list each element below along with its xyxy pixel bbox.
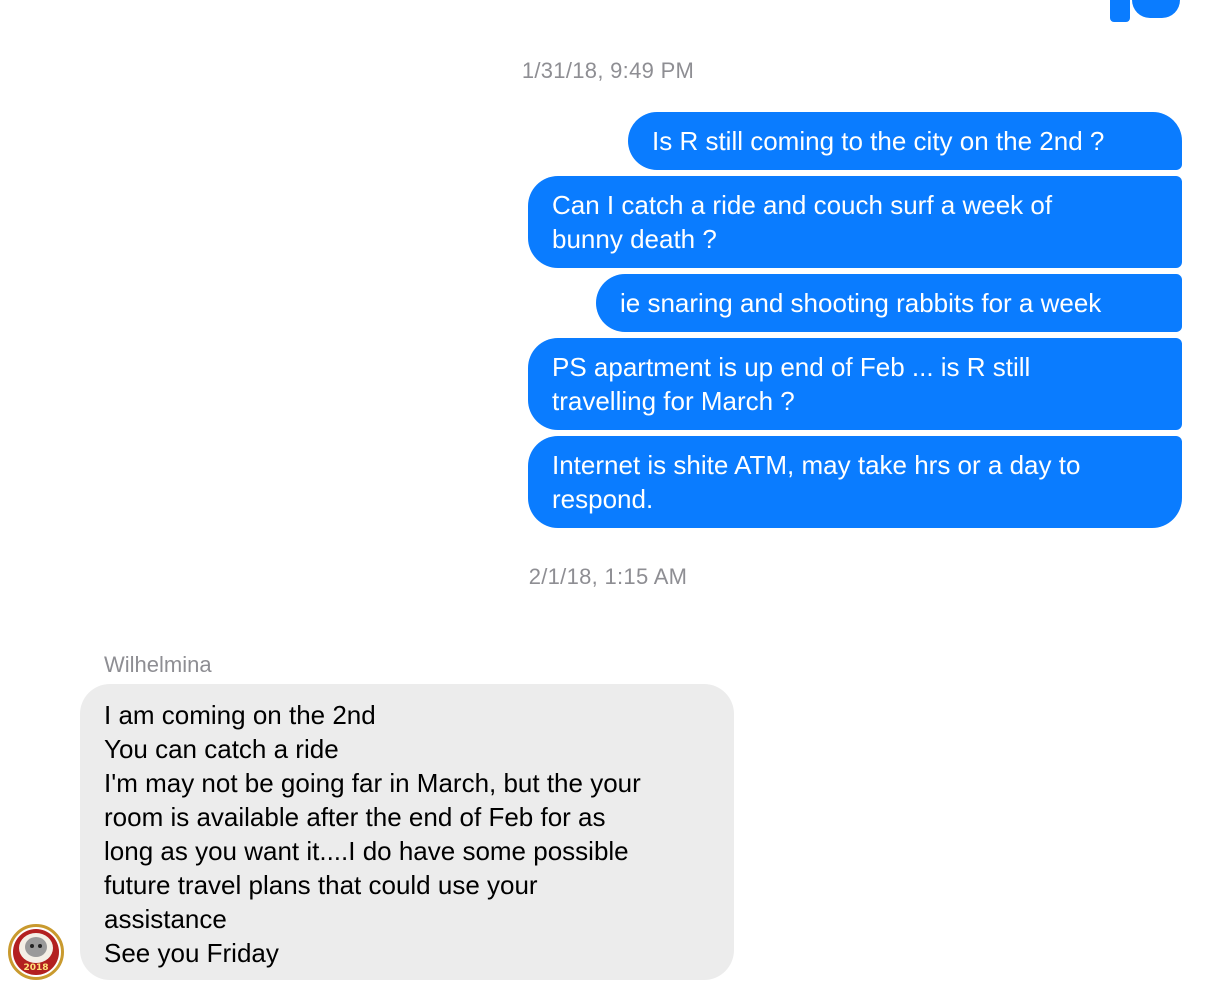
message-text: bunny death ? (552, 224, 717, 254)
timestamp: 2/1/18, 1:15 AM (528, 564, 688, 589)
dog-icon (25, 937, 47, 957)
avatar[interactable]: 2018 (8, 924, 64, 980)
previous-message-fragment (1110, 0, 1130, 22)
outgoing-message[interactable]: PS apartment is up end of Feb ... is R s… (528, 338, 1182, 430)
message-text: respond. (552, 484, 654, 514)
outgoing-message[interactable]: Is R still coming to the city on the 2nd… (628, 112, 1182, 170)
outgoing-message[interactable]: Internet is shite ATM, may take hrs or a… (528, 436, 1182, 528)
avatar-badge-text: 2018 (23, 963, 49, 973)
message-text: long as you want it....I do have some po… (104, 836, 629, 866)
message-text: Internet is shite ATM, may take hrs or a… (552, 450, 1081, 480)
outgoing-message[interactable]: Can I catch a ride and couch surf a week… (528, 176, 1182, 268)
message-text: assistance (104, 904, 227, 934)
outgoing-message[interactable]: ie snaring and shooting rabbits for a we… (596, 274, 1182, 332)
message-thread: 1/31/18, 9:49 PM Is R still coming to th… (0, 0, 1216, 1004)
message-text: travelling for March ? (552, 386, 795, 416)
message-text: ie snaring and shooting rabbits for a we… (620, 288, 1102, 318)
message-text: room is available after the end of Feb f… (104, 802, 606, 832)
message-text: I am coming on the 2nd (104, 700, 376, 730)
previous-message-bubble[interactable] (1110, 0, 1180, 22)
sender-name: Wilhelmina (104, 652, 212, 677)
message-text: Can I catch a ride and couch surf a week… (552, 190, 1053, 220)
message-text: Is R still coming to the city on the 2nd… (652, 126, 1105, 156)
message-text: See you Friday (104, 938, 279, 968)
previous-message-fragment (1132, 0, 1180, 18)
timestamp: 1/31/18, 9:49 PM (521, 58, 695, 83)
message-text: PS apartment is up end of Feb ... is R s… (552, 352, 1031, 382)
message-text: I'm may not be going far in March, but t… (104, 768, 641, 798)
message-text: future travel plans that could use your (104, 870, 538, 900)
incoming-message[interactable]: I am coming on the 2nd You can catch a r… (80, 684, 734, 980)
message-text: You can catch a ride (104, 734, 339, 764)
